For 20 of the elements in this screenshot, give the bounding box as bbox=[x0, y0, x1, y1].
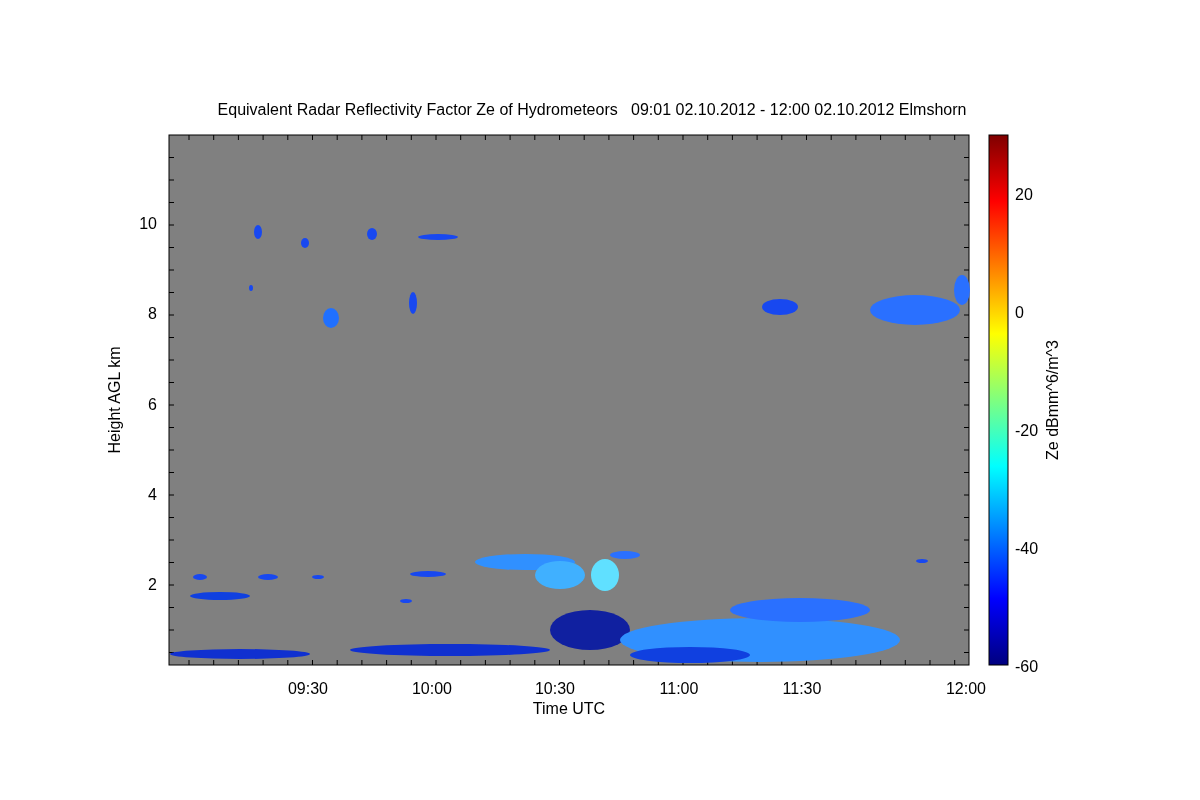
y-tick-label: 8 bbox=[148, 305, 157, 323]
colorbar-tick-label: 20 bbox=[1015, 186, 1033, 203]
x-tick-label: 10:00 bbox=[412, 680, 452, 697]
chart-title: Equivalent Radar Reflectivity Factor Ze of Hydrometeors 09:01 02.10.2012 - 12:00 02.10.2012 Elmshorn bbox=[217, 101, 967, 118]
colorbar-tick-label: 0 bbox=[1015, 304, 1024, 321]
y-tick-label: 4 bbox=[148, 485, 157, 503]
x-tick-label: 11:00 bbox=[659, 680, 699, 697]
y-axis-label: Height AGL km bbox=[106, 346, 123, 454]
colorbar-tick-label: -60 bbox=[1015, 658, 1039, 675]
y-tick-label: 6 bbox=[148, 395, 157, 413]
x-tick-label: 11:30 bbox=[782, 680, 822, 697]
colorbar-tick-label: -20 bbox=[1015, 422, 1039, 439]
colorbar-label: Ze dBmm^6/m^3 bbox=[1044, 340, 1061, 460]
y-tick-label: 10 bbox=[139, 215, 157, 232]
x-tick-label: 10:30 bbox=[535, 680, 575, 697]
x-tick-label: 12:00 bbox=[946, 680, 986, 697]
x-axis-label: Time UTC bbox=[532, 700, 606, 717]
x-tick-label: 09:30 bbox=[288, 680, 328, 697]
colorbar-tick-label: -40 bbox=[1015, 540, 1039, 557]
y-tick-label: 2 bbox=[148, 576, 157, 594]
